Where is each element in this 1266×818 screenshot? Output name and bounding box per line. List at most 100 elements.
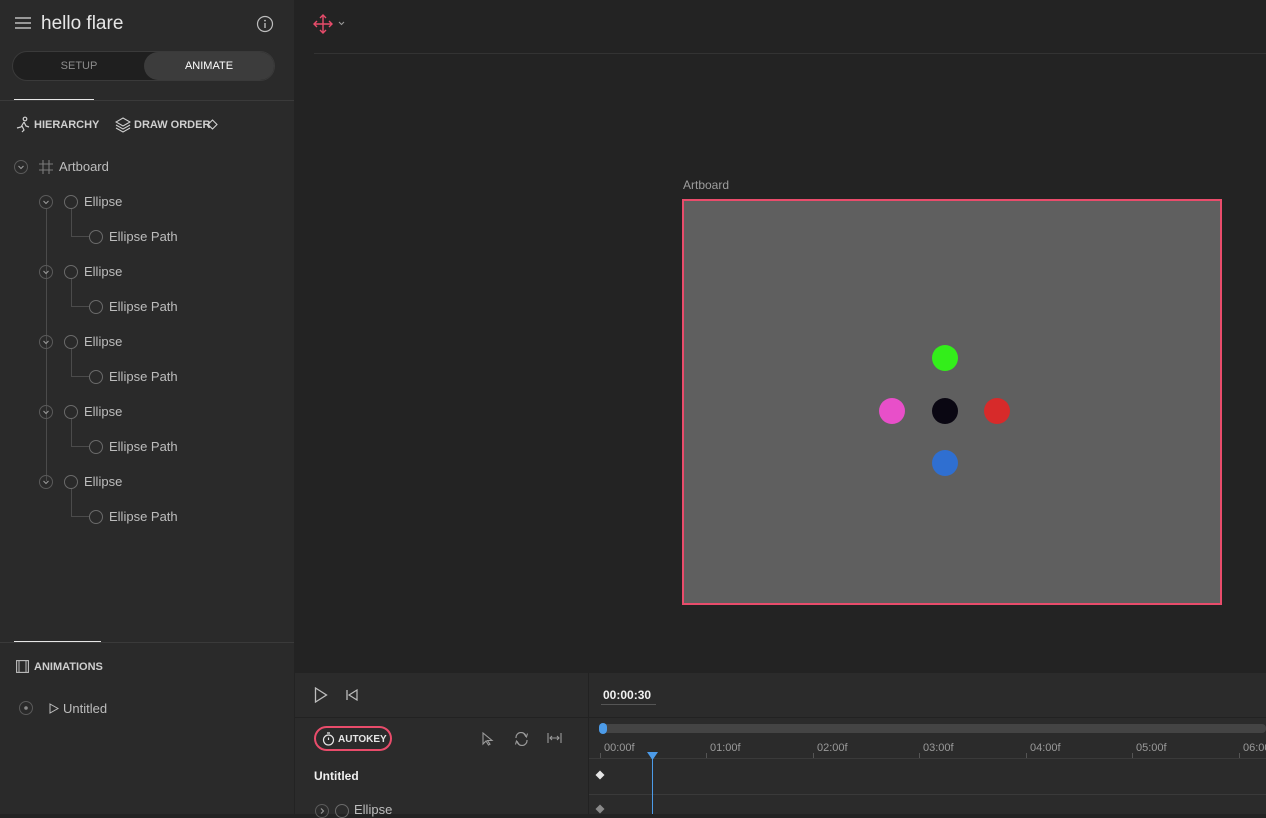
ruler-tick-label: 04:00f bbox=[1030, 742, 1061, 754]
tree-connector bbox=[71, 446, 89, 447]
time-underline bbox=[601, 704, 656, 705]
ruler-tick bbox=[1026, 753, 1027, 758]
tree-item-ellipse[interactable]: Ellipse bbox=[84, 194, 122, 209]
green-ellipse[interactable] bbox=[932, 345, 958, 371]
tree-connector bbox=[71, 306, 89, 307]
timeline-divider bbox=[589, 717, 1266, 718]
layers-icon bbox=[115, 117, 131, 133]
black-ellipse[interactable] bbox=[932, 398, 958, 424]
ellipse-node-icon bbox=[64, 405, 78, 419]
timeline-divider bbox=[295, 717, 588, 718]
expand-chevron-icon[interactable] bbox=[315, 804, 329, 818]
playhead-line bbox=[652, 758, 653, 814]
panel-divider bbox=[0, 100, 294, 101]
collapse-chevron-icon[interactable] bbox=[39, 195, 53, 209]
info-icon[interactable] bbox=[256, 15, 274, 33]
ruler-tick bbox=[919, 753, 920, 758]
tree-connector bbox=[71, 516, 89, 517]
panel-divider bbox=[0, 642, 294, 643]
tree-connector bbox=[71, 376, 89, 377]
tree-connector bbox=[71, 236, 89, 237]
keyframe-diamond-icon[interactable] bbox=[595, 770, 605, 780]
collapse-chevron-icon[interactable] bbox=[14, 160, 28, 174]
fit-width-icon[interactable] bbox=[547, 732, 562, 744]
playhead-icon[interactable] bbox=[647, 752, 658, 760]
move-tool-icon[interactable] bbox=[313, 14, 347, 34]
diamond-icon[interactable] bbox=[207, 119, 218, 130]
ellipse-node-icon bbox=[64, 335, 78, 349]
keyframe-diamond-icon[interactable] bbox=[595, 804, 605, 814]
ruler-tick-label: 02:00f bbox=[817, 742, 848, 754]
current-time[interactable]: 00:00:30 bbox=[603, 688, 651, 702]
hierarchy-icon bbox=[15, 116, 31, 133]
tree-item-ellipse[interactable]: Ellipse bbox=[84, 474, 122, 489]
film-icon bbox=[16, 660, 29, 673]
artboard-label: Artboard bbox=[683, 178, 730, 192]
timeline-panel: AUTOKEY Untitled Ellipse 00:00:30 00:00f… bbox=[295, 673, 1266, 818]
tree-item-artboard[interactable]: Artboard bbox=[59, 159, 109, 174]
ruler-tick bbox=[1239, 753, 1240, 758]
toolbar-divider bbox=[314, 53, 1266, 54]
track-divider bbox=[589, 794, 1266, 795]
timeline-scrollbar[interactable] bbox=[601, 724, 1266, 733]
ruler-tick bbox=[600, 753, 601, 758]
animation-radio-icon[interactable] bbox=[19, 701, 33, 715]
time-ruler[interactable]: 00:00f 01:00f 02:00f 03:00f 04:00f 05:00… bbox=[589, 739, 1266, 759]
ellipse-path-node-icon bbox=[89, 300, 103, 314]
timeline-track-ellipse[interactable]: Ellipse bbox=[354, 802, 392, 817]
tree-item-ellipse-path[interactable]: Ellipse Path bbox=[109, 299, 178, 314]
ellipse-node-icon bbox=[64, 475, 78, 489]
tree-group: Ellipse Ellipse Path bbox=[0, 474, 294, 530]
mode-toggle: SETUP ANIMATE bbox=[12, 51, 275, 81]
tree-item-ellipse[interactable]: Ellipse bbox=[84, 334, 122, 349]
tree-item-ellipse-path[interactable]: Ellipse Path bbox=[109, 229, 178, 244]
animations-header: ANIMATIONS bbox=[34, 661, 103, 673]
tab-hierarchy[interactable]: HIERARCHY bbox=[34, 119, 99, 131]
tree-group: Ellipse Ellipse Path bbox=[0, 334, 294, 390]
artboard-canvas[interactable] bbox=[682, 199, 1222, 605]
mode-animate-button[interactable]: ANIMATE bbox=[144, 52, 274, 80]
play-icon[interactable] bbox=[314, 687, 328, 703]
tree-item-ellipse-path[interactable]: Ellipse Path bbox=[109, 439, 178, 454]
stopwatch-icon bbox=[322, 732, 335, 746]
pointer-icon[interactable] bbox=[482, 732, 494, 746]
animation-item-untitled[interactable]: Untitled bbox=[63, 701, 107, 716]
ruler-tick-label: 06:00f bbox=[1243, 742, 1266, 754]
tree-item-ellipse-path[interactable]: Ellipse Path bbox=[109, 369, 178, 384]
tree-group: Ellipse Ellipse Path bbox=[0, 194, 294, 250]
pink-ellipse[interactable] bbox=[879, 398, 905, 424]
collapse-chevron-icon[interactable] bbox=[39, 335, 53, 349]
rewind-icon[interactable] bbox=[346, 689, 358, 701]
tab-draw-order[interactable]: DRAW ORDER bbox=[134, 119, 210, 131]
app-title: hello flare bbox=[41, 13, 124, 34]
ellipse-node-icon bbox=[64, 195, 78, 209]
mode-setup-button[interactable]: SETUP bbox=[13, 52, 145, 80]
left-panel: hello flare SETUP ANIMATE HIERARCHY DRAW… bbox=[0, 0, 294, 814]
ellipse-path-node-icon bbox=[89, 510, 103, 524]
tree-item-ellipse[interactable]: Ellipse bbox=[84, 404, 122, 419]
ruler-tick-label: 05:00f bbox=[1136, 742, 1167, 754]
blue-ellipse[interactable] bbox=[932, 450, 958, 476]
ellipse-path-node-icon bbox=[89, 370, 103, 384]
ruler-tick bbox=[1132, 753, 1133, 758]
ellipse-node-icon bbox=[335, 804, 349, 818]
active-tab-indicator bbox=[14, 641, 101, 642]
collapse-chevron-icon[interactable] bbox=[39, 475, 53, 489]
tree-connector bbox=[71, 278, 72, 306]
ruler-tick-label: 00:00f bbox=[604, 742, 635, 754]
collapse-chevron-icon[interactable] bbox=[39, 405, 53, 419]
autokey-button[interactable]: AUTOKEY bbox=[314, 726, 392, 751]
tree-group: Ellipse Ellipse Path bbox=[0, 404, 294, 460]
tree-item-ellipse[interactable]: Ellipse bbox=[84, 264, 122, 279]
tree-item-ellipse-path[interactable]: Ellipse Path bbox=[109, 509, 178, 524]
tree-connector bbox=[71, 418, 72, 446]
scrollbar-handle[interactable] bbox=[599, 723, 607, 734]
ellipse-node-icon bbox=[64, 265, 78, 279]
loop-icon[interactable] bbox=[514, 732, 529, 746]
menu-icon[interactable] bbox=[14, 16, 32, 30]
tree-group: Ellipse Ellipse Path bbox=[0, 264, 294, 320]
collapse-chevron-icon[interactable] bbox=[39, 265, 53, 279]
red-ellipse[interactable] bbox=[984, 398, 1010, 424]
timeline-animation-name: Untitled bbox=[314, 769, 359, 783]
active-tab-indicator bbox=[14, 99, 94, 100]
